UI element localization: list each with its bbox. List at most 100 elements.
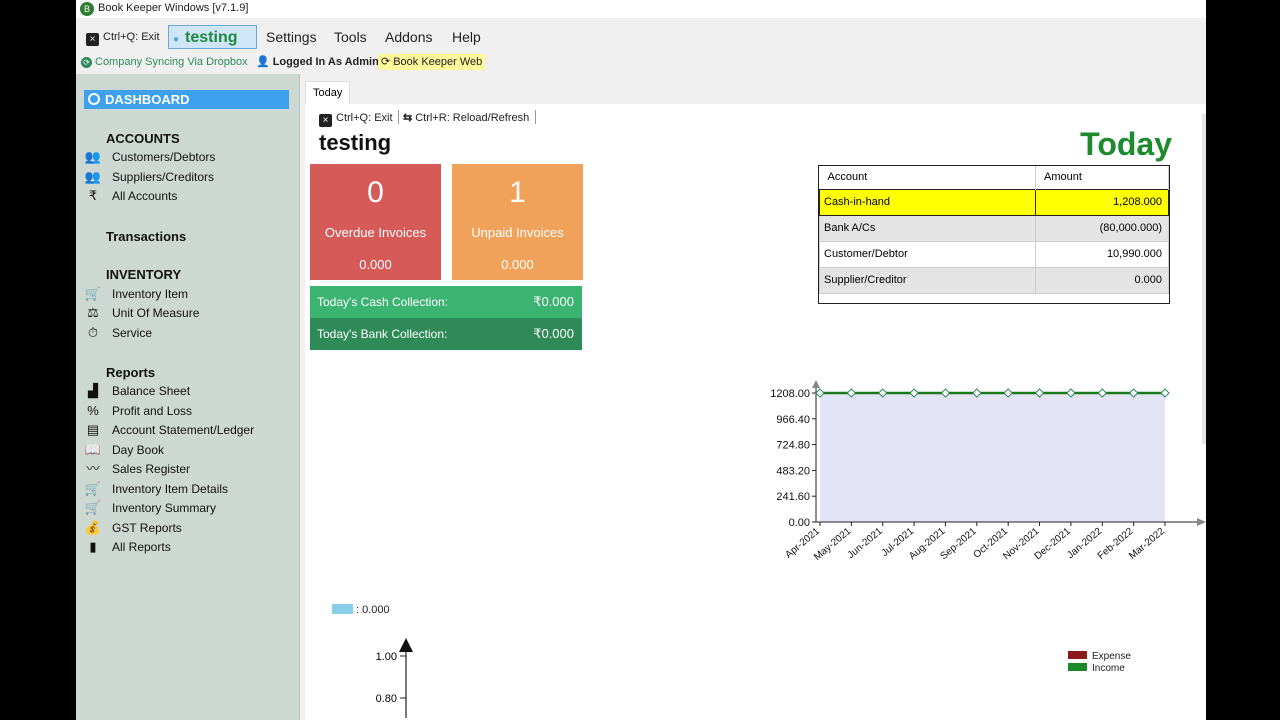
sidebar-item-ledger[interactable]: ▤ Account Statement/Ledger bbox=[84, 421, 254, 439]
table-row[interactable]: Cash-in-hand 1,208.000 bbox=[819, 188, 1169, 216]
sidebar-item-label: All Reports bbox=[112, 540, 171, 554]
company-menu[interactable]: ● testing bbox=[168, 25, 257, 49]
menu-addons[interactable]: Addons bbox=[381, 25, 436, 49]
sidebar-item-label: Customers/Debtors bbox=[112, 150, 216, 164]
sidebar-item-customers[interactable]: 👥 Customers/Debtors bbox=[84, 148, 215, 166]
title-bar: B Book Keeper Windows [v7.1.9] bbox=[76, 0, 1206, 18]
company-menu-label: testing bbox=[185, 29, 238, 46]
sidebar-item-label: Balance Sheet bbox=[112, 384, 191, 398]
sidebar-item-label: Account Statement/Ledger bbox=[112, 423, 255, 437]
sidebar-item-label: Inventory Summary bbox=[112, 501, 217, 515]
x-tick-label: Jun-2021 bbox=[846, 526, 885, 562]
small-legend: : 0.000 bbox=[332, 604, 390, 616]
close-icon: × bbox=[319, 114, 332, 127]
sidebar-item-suppliers[interactable]: 👥 Suppliers/Creditors bbox=[84, 168, 214, 186]
sidebar-item-balance-sheet[interactable]: ▟ Balance Sheet bbox=[84, 382, 190, 400]
column-header-amount[interactable]: Amount bbox=[1035, 166, 1169, 189]
sidebar-item-label: Suppliers/Creditors bbox=[112, 170, 215, 184]
sidebar-item-label: Inventory Item Details bbox=[112, 482, 229, 496]
cash-collection-value: ₹0.000 bbox=[533, 294, 574, 309]
x-tick-label: Mar-2022 bbox=[1127, 526, 1167, 562]
y-tick-label: 0.80 bbox=[376, 693, 397, 705]
sidebar-item-label: Service bbox=[112, 326, 153, 340]
inventory-heading: INVENTORY bbox=[106, 267, 182, 282]
menu-tools[interactable]: Tools bbox=[330, 25, 371, 49]
axis-arrow bbox=[399, 638, 413, 652]
sidebar-item-dashboard[interactable]: DASHBOARD bbox=[84, 90, 289, 109]
table-header-row: Account Amount bbox=[819, 166, 1169, 189]
cart-icon: 🛒 bbox=[84, 286, 102, 301]
window-title: Book Keeper Windows [v7.1.9] bbox=[98, 2, 249, 14]
bank-collection-label: Today's Bank Collection: bbox=[317, 327, 448, 341]
rupee-icon: ₹ bbox=[88, 188, 98, 203]
y-tick-label: 966.40 bbox=[776, 414, 810, 426]
sidebar-item-unit-of-measure[interactable]: ⚖ Unit Of Measure bbox=[84, 304, 199, 322]
y-tick-label: 1208.00 bbox=[770, 388, 810, 400]
exit-menu-label: Ctrl+Q: Exit bbox=[103, 31, 160, 43]
amount-cell: 0.000 bbox=[1035, 266, 1169, 294]
unpaid-invoices-tile[interactable]: 1 Unpaid Invoices 0.000 bbox=[452, 164, 583, 280]
column-header-account[interactable]: Account bbox=[819, 166, 1036, 189]
transactions-heading[interactable]: Transactions bbox=[106, 229, 186, 244]
user-icon: 👤 bbox=[256, 56, 270, 68]
exit-menu-item[interactable]: × Ctrl+Q: Exit bbox=[82, 25, 164, 49]
menu-bar: × Ctrl+Q: Exit ● testing Settings Tools Ad… bbox=[76, 22, 1206, 50]
unpaid-count: 1 bbox=[509, 176, 526, 209]
sync-label: Company Syncing Via Dropbox bbox=[95, 56, 248, 68]
tab-today[interactable]: Today bbox=[305, 81, 351, 104]
bar-chart-icon: ▮ bbox=[89, 539, 97, 554]
legend-swatch bbox=[1068, 651, 1087, 659]
app-window: B Book Keeper Windows [v7.1.9] × Ctrl+Q: … bbox=[76, 0, 1206, 720]
toolbar-exit-button[interactable]: × Ctrl+Q: Exit bbox=[319, 110, 393, 127]
amount-cell: 1,208.000 bbox=[1035, 188, 1169, 216]
today-heading: Today bbox=[1080, 126, 1172, 162]
sidebar-item-all-reports[interactable]: ▮ All Reports bbox=[84, 538, 171, 556]
sidebar-item-all-accounts[interactable]: ₹ All Accounts bbox=[84, 187, 178, 205]
sidebar-item-gst-reports[interactable]: 💰 GST Reports bbox=[84, 519, 182, 537]
legend-swatch bbox=[1068, 663, 1087, 671]
tab-strip: Today bbox=[305, 80, 1206, 104]
y-tick-label: 0.00 bbox=[789, 517, 810, 529]
y-tick-label: 483.20 bbox=[776, 465, 810, 477]
table-row[interactable]: Supplier/Creditor 0.000 bbox=[819, 266, 1169, 294]
table-row[interactable]: Bank A/Cs (80,000.000) bbox=[819, 214, 1169, 242]
legend-swatch bbox=[332, 604, 353, 614]
sidebar-item-inventory-summary[interactable]: 🛒 Inventory Summary bbox=[84, 499, 216, 517]
sidebar-item-label: GST Reports bbox=[112, 521, 182, 535]
vertical-scrollbar[interactable] bbox=[1202, 114, 1206, 444]
y-axis-arrow bbox=[812, 380, 820, 388]
sidebar-item-service[interactable]: ⏱ Service bbox=[84, 324, 152, 342]
document-icon: ▤ bbox=[86, 422, 100, 437]
sidebar-item-label: Day Book bbox=[112, 443, 165, 457]
company-icon: ● bbox=[173, 34, 180, 45]
toolbar-reload-button[interactable]: ⇆ Ctrl+R: Reload/Refresh bbox=[403, 110, 529, 126]
overdue-count: 0 bbox=[367, 176, 384, 209]
series-area bbox=[820, 393, 1165, 522]
menu-help[interactable]: Help bbox=[448, 25, 485, 49]
login-label: Logged In As Admin bbox=[272, 56, 379, 68]
overdue-invoices-tile[interactable]: 0 Overdue Invoices 0.000 bbox=[310, 164, 441, 280]
sidebar-item-inventory-details[interactable]: 🛒 Inventory Item Details bbox=[84, 480, 228, 498]
sidebar-item-day-book[interactable]: 📖 Day Book bbox=[84, 441, 164, 459]
sidebar-item-profit-loss[interactable]: % Profit and Loss bbox=[84, 402, 192, 420]
trend-line-icon: 〰 bbox=[86, 461, 100, 476]
sidebar-item-label: Profit and Loss bbox=[112, 404, 193, 418]
account-cell: Customer/Debtor bbox=[819, 240, 1036, 268]
y-tick-label: 241.60 bbox=[776, 491, 810, 503]
sidebar-item-inventory-item[interactable]: 🛒 Inventory Item bbox=[84, 285, 188, 303]
book-icon: 📖 bbox=[84, 442, 102, 457]
y-tick-label: 724.80 bbox=[776, 440, 810, 452]
overdue-amount: 0.000 bbox=[359, 257, 392, 272]
dashboard-panel: × Ctrl+Q: Exit ⇆ Ctrl+R: Reload/Refresh te… bbox=[305, 104, 1206, 720]
menu-settings[interactable]: Settings bbox=[262, 25, 321, 49]
sync-icon: ⟳ bbox=[81, 57, 92, 68]
close-icon: × bbox=[86, 33, 99, 46]
table-row[interactable]: Customer/Debtor 10,990.000 bbox=[819, 240, 1169, 268]
toolbar-reload-label: Ctrl+R: Reload/Refresh bbox=[415, 112, 530, 124]
book-keeper-web-link[interactable]: ⟳ Book Keeper Web bbox=[378, 54, 486, 70]
sync-status[interactable]: ⟳ Company Syncing Via Dropbox bbox=[78, 54, 251, 70]
scale-icon: ⚖ bbox=[87, 305, 99, 320]
sidebar-item-sales-register[interactable]: 〰 Sales Register bbox=[84, 460, 190, 478]
dashboard-label: DASHBOARD bbox=[105, 92, 190, 107]
sidebar-item-label: Inventory Item bbox=[112, 287, 189, 301]
